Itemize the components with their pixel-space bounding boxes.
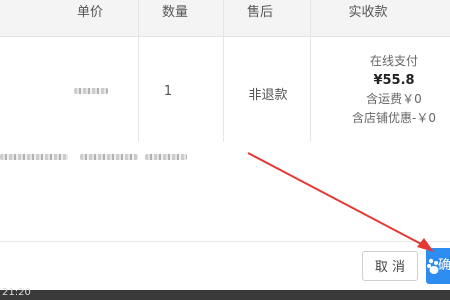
taskbar-clock: 21:20 — [2, 287, 31, 298]
taskbar — [0, 290, 450, 300]
annotation-arrow — [247, 152, 434, 252]
